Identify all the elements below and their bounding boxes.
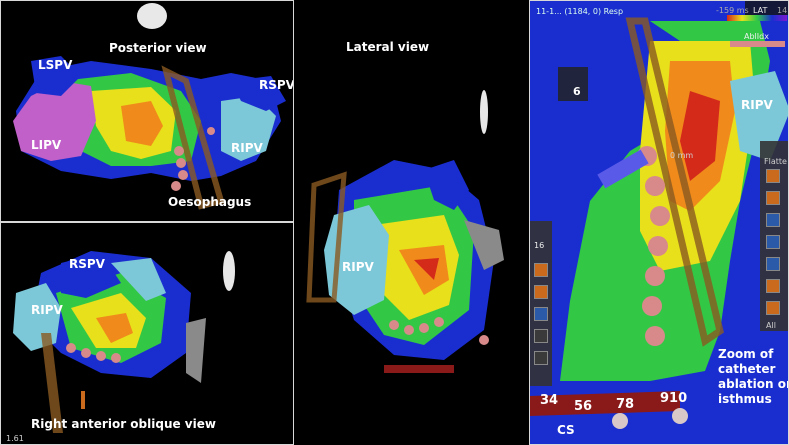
tool-button-1[interactable] bbox=[534, 263, 548, 277]
cs-electrode-78: 78 bbox=[616, 397, 635, 412]
cs-label: CS bbox=[557, 423, 575, 437]
tool-value[interactable]: 16 bbox=[534, 241, 544, 250]
cs-electrode-34: 34 bbox=[540, 393, 559, 408]
lateral-view-panel[interactable]: Lateral view RIPV bbox=[294, 0, 529, 445]
right-tool-button-7[interactable] bbox=[766, 301, 780, 315]
tool-button-2[interactable] bbox=[534, 285, 548, 299]
caption-line-1: Zoom of bbox=[718, 347, 774, 361]
lat-label: LAT bbox=[753, 6, 768, 15]
rao-view-panel[interactable]: RSPV RIPV Right anterior oblique view 1.… bbox=[0, 222, 294, 445]
rao-ripv-label: RIPV bbox=[31, 303, 63, 317]
dist-text: 0 mm bbox=[670, 151, 694, 160]
rao-rspv-label: RSPV bbox=[69, 257, 105, 271]
caption-line-3: ablation on bbox=[718, 377, 789, 391]
all-label[interactable]: All bbox=[766, 321, 776, 330]
rao-corner-text: 1.61 bbox=[6, 434, 24, 443]
tool-button-4[interactable] bbox=[534, 329, 548, 343]
lspv-label: LSPV bbox=[38, 58, 73, 72]
right-tool-button-4[interactable] bbox=[766, 235, 780, 249]
rspv-label: RSPV bbox=[259, 78, 294, 92]
posterior-view-title: Posterior view bbox=[109, 41, 207, 55]
lipv-label: LIPV bbox=[31, 138, 62, 152]
ripv-label: RIPV bbox=[231, 141, 263, 155]
posterior-map bbox=[13, 3, 286, 210]
flatten-label[interactable]: Flatte bbox=[764, 157, 787, 166]
rao-map bbox=[13, 251, 235, 433]
zoom-caption: Zoom of catheter ablation on isthmus bbox=[718, 347, 789, 407]
right-tool-button-6[interactable] bbox=[766, 279, 780, 293]
lateral-ripv-label: RIPV bbox=[342, 260, 374, 274]
lateral-view-title: Lateral view bbox=[346, 40, 430, 54]
scale-right-label: 14 bbox=[777, 6, 788, 15]
zoom-header: 11-1... (1184, 0) Resp bbox=[536, 7, 624, 16]
cs-electrode-56: 56 bbox=[574, 399, 593, 414]
tool-button-3[interactable] bbox=[534, 307, 548, 321]
tool-button-5[interactable] bbox=[534, 351, 548, 365]
oesophagus-label: Oesophagus bbox=[168, 195, 252, 209]
distance-value: 6 bbox=[573, 85, 581, 98]
rao-view-title: Right anterior oblique view bbox=[31, 417, 216, 431]
caption-line-4: isthmus bbox=[718, 392, 772, 406]
right-tool-button-3[interactable] bbox=[766, 213, 780, 227]
zoom-ripv-label: RIPV bbox=[741, 98, 773, 112]
lateral-map bbox=[306, 90, 504, 373]
zoom-view-panel[interactable]: 11-1... (1184, 0) Resp -159 ms LAT 14 Ab… bbox=[529, 0, 789, 445]
caption-line-2: catheter bbox=[718, 362, 776, 376]
right-tool-button-5[interactable] bbox=[766, 257, 780, 271]
posterior-view-panel[interactable]: Posterior view LSPV RSPV LIPV RIPV Oesop… bbox=[0, 0, 294, 222]
right-tool-button-2[interactable] bbox=[766, 191, 780, 205]
ablidx-label: AblIdx bbox=[744, 32, 769, 41]
scale-left-label: -159 ms bbox=[716, 6, 749, 15]
cs-electrode-910: 910 bbox=[660, 391, 688, 406]
right-tool-button-1[interactable] bbox=[766, 169, 780, 183]
